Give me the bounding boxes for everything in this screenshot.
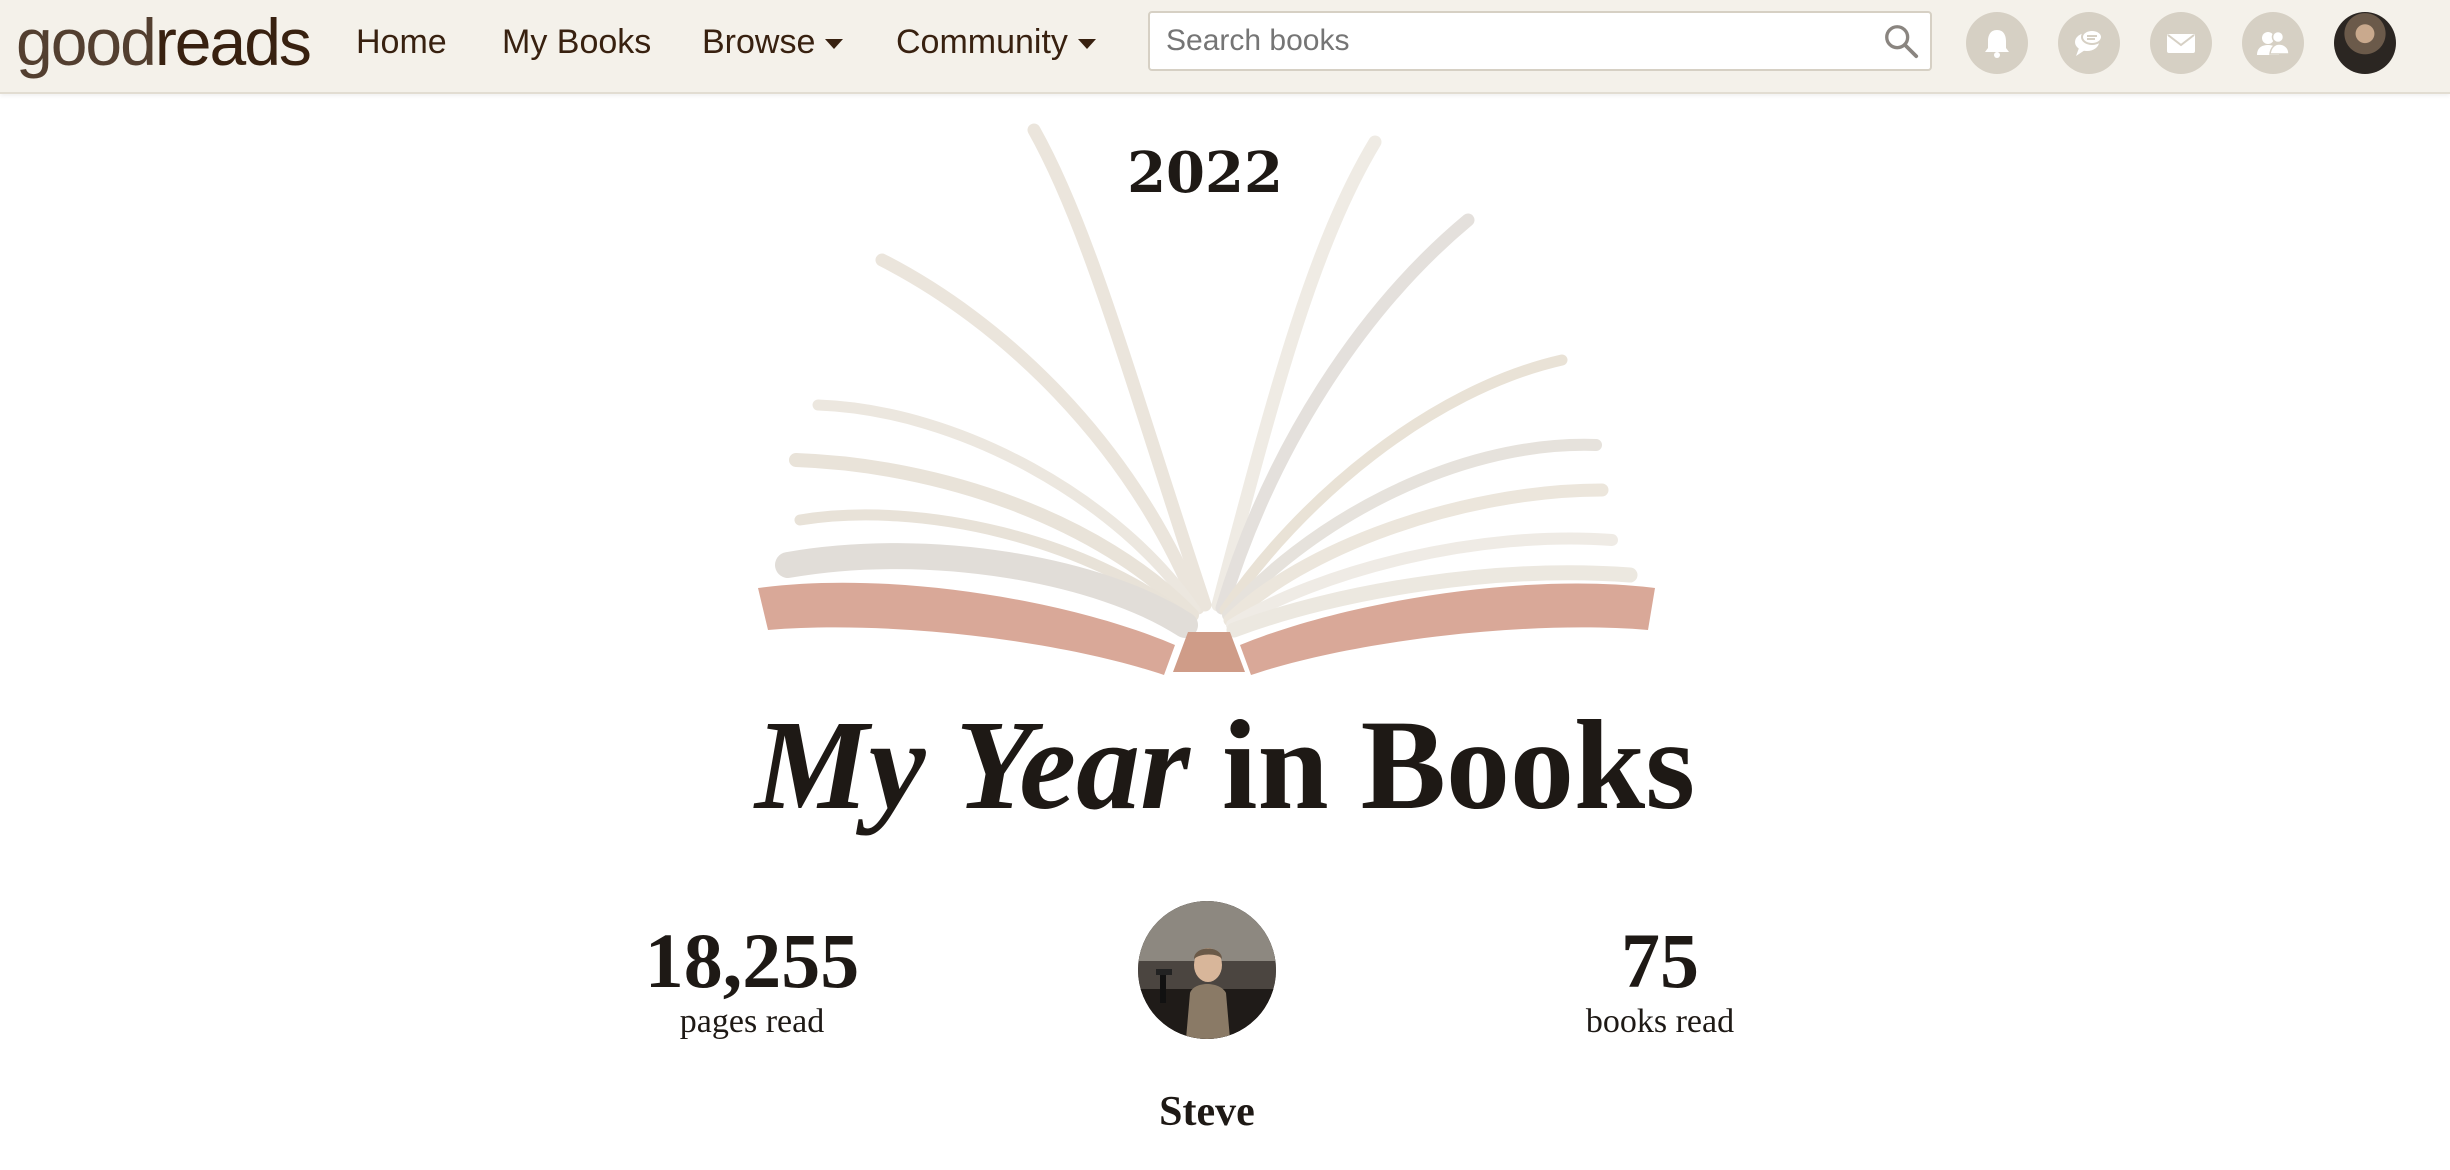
books-read-value: 75: [1621, 917, 1699, 1004]
friends-icon: [2257, 30, 2290, 55]
nav-browse[interactable]: Browse: [702, 16, 844, 68]
discussions-button[interactable]: [2058, 12, 2120, 74]
pages-read-label: pages read: [679, 1003, 825, 1040]
friends-button[interactable]: [2242, 12, 2304, 74]
nav-community-label: Community: [896, 23, 1068, 61]
profile-avatar[interactable]: [2334, 12, 2396, 74]
page-title-plain: in Books: [1221, 694, 1696, 836]
nav-community[interactable]: Community: [896, 16, 1096, 68]
pages-read-value: 18,255: [644, 917, 860, 1004]
nav-my-books[interactable]: My Books: [502, 16, 651, 68]
chat-icon: [2075, 29, 2103, 56]
search-box: [1148, 11, 1932, 71]
books-read-label: books read: [1585, 1003, 1735, 1040]
goodreads-logo[interactable]: goodreads: [16, 2, 312, 82]
user-photo-image: [1138, 901, 1276, 1039]
messages-button[interactable]: [2150, 12, 2212, 74]
user-name: Steve: [1159, 1089, 1255, 1135]
chevron-down-icon: [1077, 39, 1096, 50]
nav-home[interactable]: Home: [356, 16, 447, 68]
bell-icon: [1985, 30, 2009, 58]
pages-read-stat: 18,255 pages read: [600, 918, 904, 1040]
books-read-stat: 75 books read: [1560, 918, 1760, 1040]
page-title-italic: My Year: [754, 694, 1190, 836]
search-input[interactable]: [1150, 13, 1870, 69]
user-photo: [1138, 901, 1276, 1039]
year-label: 2022: [1127, 140, 1283, 206]
page-title: My Year in Books: [0, 685, 2450, 845]
chevron-down-icon: [825, 39, 844, 50]
mail-icon: [2167, 34, 2195, 53]
top-nav: goodreads Home My Books Browse Community: [0, 0, 2450, 94]
search-icon[interactable]: [1882, 22, 1920, 60]
nav-browse-label: Browse: [702, 23, 816, 61]
notifications-button[interactable]: [1966, 12, 2028, 74]
